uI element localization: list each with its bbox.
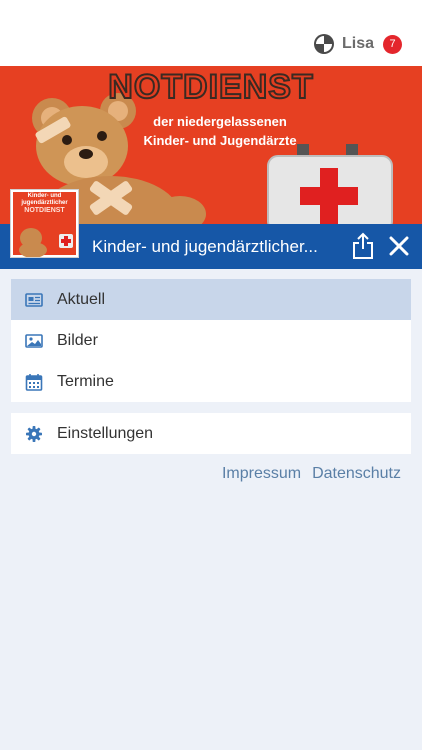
calendar-icon <box>25 373 43 391</box>
banner-subtitle: der niedergelassenen Kinder- und Jugendä… <box>120 112 320 150</box>
menu-item-label: Bilder <box>57 331 98 349</box>
news-icon <box>25 292 43 307</box>
settings-menu: Einstellungen <box>11 413 411 454</box>
app-thumbnail: Kinder- und jugendärztlicher NOTDIENST <box>10 189 79 258</box>
user-name[interactable]: Lisa <box>342 35 374 53</box>
menu-item-label: Termine <box>57 372 114 390</box>
datenschutz-link[interactable]: Datenschutz <box>312 465 401 483</box>
menu-item-label: Aktuell <box>57 290 106 308</box>
image-icon <box>25 333 43 348</box>
gear-icon <box>26 425 42 442</box>
menu-item-bilder[interactable]: Bilder <box>11 320 411 361</box>
top-bar: Lisa 7 <box>0 0 422 66</box>
user-profile[interactable]: Lisa 7 <box>313 33 402 55</box>
menu-item-label: Einstellungen <box>57 424 154 442</box>
banner-title: NOTDIENST <box>107 67 314 107</box>
share-icon[interactable] <box>351 232 375 260</box>
main-menu: Aktuell Bilder Termine <box>11 279 411 402</box>
page-title: Kinder- und jugendärztlicher... <box>92 237 318 256</box>
menu-item-termine[interactable]: Termine <box>11 361 411 402</box>
close-icon[interactable] <box>388 235 410 257</box>
impressum-link[interactable]: Impressum <box>222 465 301 483</box>
banner-subtitle-line1: der niedergelassenen <box>153 114 287 129</box>
banner-subtitle-line2: Kinder- und Jugendärzte <box>143 133 297 148</box>
footer-links: Impressum Datenschutz <box>222 465 401 483</box>
menu-item-einstellungen[interactable]: Einstellungen <box>11 413 411 454</box>
menu-item-aktuell[interactable]: Aktuell <box>11 279 411 320</box>
notification-badge[interactable]: 7 <box>383 34 402 54</box>
thumbnail-bear-illustration <box>19 228 73 257</box>
app-logo-icon <box>313 34 334 54</box>
